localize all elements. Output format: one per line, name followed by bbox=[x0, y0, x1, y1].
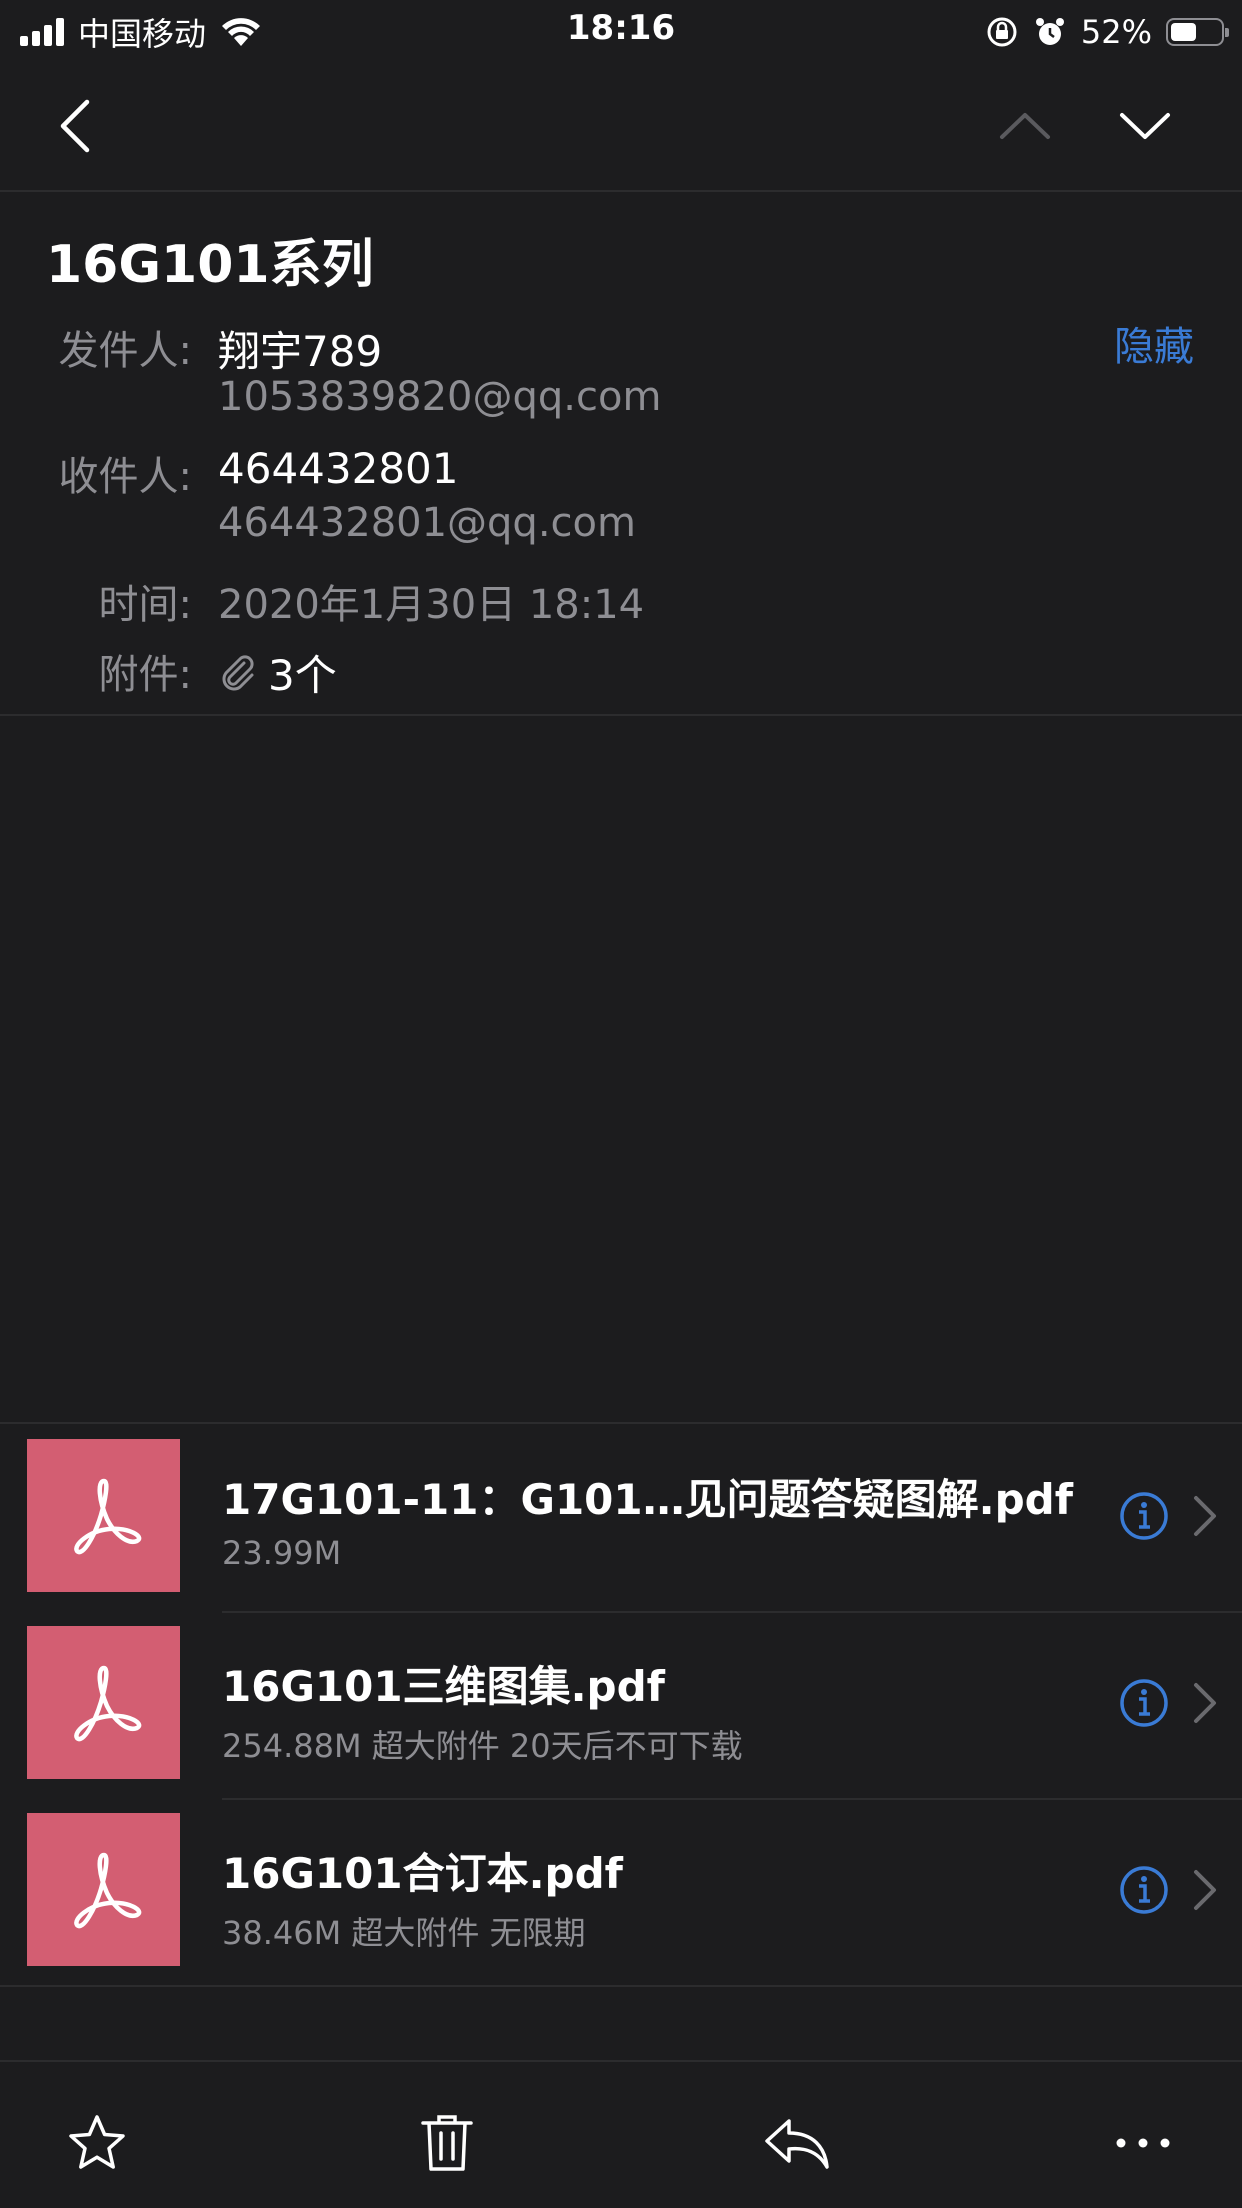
time-label: 时间: bbox=[98, 582, 192, 628]
attachment-name: 16G101合订本.pdf bbox=[222, 1849, 623, 1898]
battery-percent: 52% bbox=[1080, 13, 1152, 51]
info-icon[interactable] bbox=[1118, 1677, 1170, 1729]
recipient-name[interactable]: 464432801 bbox=[218, 444, 459, 493]
email-subject: 16G101系列 bbox=[46, 235, 374, 295]
attachment-info: 254.88M 超大附件 20天后不可下载 bbox=[222, 1727, 743, 1765]
chevron-right-icon[interactable] bbox=[1190, 1868, 1218, 1912]
pdf-icon bbox=[27, 1626, 180, 1779]
chevron-right-icon[interactable] bbox=[1190, 1494, 1218, 1538]
battery-cap bbox=[1225, 28, 1229, 37]
sender-email[interactable]: 1053839820@qq.com bbox=[218, 374, 661, 420]
battery-fill bbox=[1171, 23, 1196, 41]
email-time: 2020年1月30日 18:14 bbox=[218, 582, 645, 628]
battery-icon bbox=[1166, 18, 1229, 46]
star-button[interactable] bbox=[62, 2108, 132, 2178]
next-email-button[interactable] bbox=[1110, 94, 1180, 158]
attachment-item[interactable]: 16G101三维图集.pdf 254.88M 超大附件 20天后不可下载 bbox=[0, 1611, 1242, 1798]
recipient-email[interactable]: 464432801@qq.com bbox=[218, 500, 636, 546]
chevron-left-icon bbox=[60, 99, 90, 153]
attachment-list: 17G101-11：G101…见问题答疑图解.pdf 23.99M 16G101… bbox=[0, 1422, 1242, 1987]
orientation-lock-icon bbox=[987, 17, 1017, 47]
status-bar: 中国移动 18:16 52% bbox=[0, 0, 1242, 64]
more-button[interactable] bbox=[1108, 2108, 1178, 2178]
sender-label: 发件人: bbox=[58, 328, 192, 374]
bottom-toolbar bbox=[0, 2060, 1242, 2208]
more-icon bbox=[1116, 2138, 1170, 2148]
attachment-name: 17G101-11：G101…见问题答疑图解.pdf bbox=[222, 1475, 1073, 1524]
attachments-count-text: 3个 bbox=[268, 651, 337, 700]
status-bar-right: 52% bbox=[985, 10, 1229, 54]
attachment-info: 38.46M 超大附件 无限期 bbox=[222, 1914, 586, 1952]
chevron-down-icon bbox=[1120, 113, 1170, 139]
attachment-item[interactable]: 16G101合订本.pdf 38.46M 超大附件 无限期 bbox=[0, 1798, 1242, 1985]
info-icon[interactable] bbox=[1118, 1864, 1170, 1916]
sender-name[interactable]: 翔宇789 bbox=[218, 318, 382, 379]
back-button[interactable] bbox=[40, 94, 110, 158]
attachments-count[interactable]: 3个 bbox=[218, 642, 337, 703]
hide-details-link[interactable]: 隐藏 bbox=[1114, 314, 1194, 372]
chevron-up-icon bbox=[1000, 113, 1050, 139]
email-header: 16G101系列 隐藏 发件人: 翔宇789 1053839820@qq.com… bbox=[0, 192, 1242, 716]
attachments-label: 附件: bbox=[98, 652, 192, 698]
reply-icon bbox=[765, 2119, 829, 2169]
star-icon bbox=[69, 2115, 125, 2169]
pdf-icon bbox=[27, 1439, 180, 1592]
previous-email-button[interactable] bbox=[990, 94, 1060, 158]
nav-bar bbox=[0, 64, 1242, 192]
info-icon[interactable] bbox=[1118, 1490, 1170, 1542]
recipient-label: 收件人: bbox=[58, 454, 192, 500]
attachment-name: 16G101三维图集.pdf bbox=[222, 1662, 665, 1711]
alarm-icon bbox=[1035, 18, 1064, 45]
delete-button[interactable] bbox=[412, 2108, 482, 2178]
reply-button[interactable] bbox=[762, 2108, 832, 2178]
attachment-item[interactable]: 17G101-11：G101…见问题答疑图解.pdf 23.99M bbox=[0, 1424, 1242, 1611]
pdf-icon bbox=[27, 1813, 180, 1966]
chevron-right-icon[interactable] bbox=[1190, 1681, 1218, 1725]
trash-icon bbox=[421, 2115, 473, 2171]
attachment-info: 23.99M bbox=[222, 1534, 342, 1572]
paperclip-icon bbox=[222, 654, 254, 690]
